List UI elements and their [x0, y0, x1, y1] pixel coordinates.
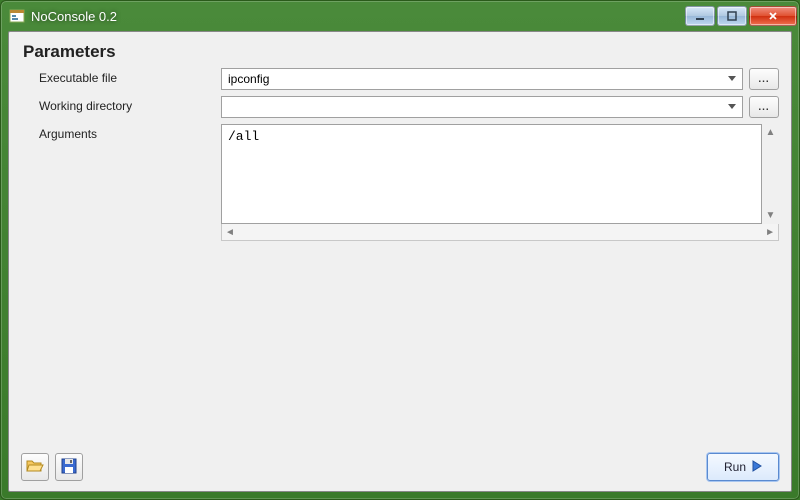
- app-icon: [9, 8, 25, 24]
- row-workdir: Working directory ...: [21, 96, 779, 118]
- section-title: Parameters: [23, 42, 779, 62]
- window-title: NoConsole 0.2: [31, 9, 683, 24]
- scroll-up-icon: ▲: [766, 127, 776, 138]
- vertical-scrollbar[interactable]: ▲ ▼: [762, 124, 779, 224]
- chevron-down-icon[interactable]: [724, 98, 740, 116]
- chevron-down-icon[interactable]: [724, 70, 740, 88]
- close-button[interactable]: [749, 6, 797, 26]
- arguments-textarea[interactable]: [221, 124, 762, 224]
- browse-workdir-button[interactable]: ...: [749, 96, 779, 118]
- workdir-combo[interactable]: [221, 96, 743, 118]
- floppy-disk-icon: [61, 458, 77, 477]
- client-area: Parameters Executable file ipconfig ... …: [8, 31, 792, 492]
- play-icon: [752, 460, 762, 475]
- label-arguments: Arguments: [21, 124, 221, 141]
- row-executable: Executable file ipconfig ...: [21, 68, 779, 90]
- bottom-toolbar: Run: [21, 453, 779, 481]
- row-arguments: Arguments ▲ ▼ ◄ ►: [21, 124, 779, 241]
- scroll-down-icon: ▼: [766, 210, 776, 221]
- minimize-button[interactable]: [685, 6, 715, 26]
- titlebar[interactable]: NoConsole 0.2: [1, 1, 799, 31]
- window-controls: [683, 6, 797, 26]
- executable-value: ipconfig: [228, 72, 724, 86]
- executable-combo[interactable]: ipconfig: [221, 68, 743, 90]
- folder-open-icon: [26, 458, 44, 477]
- maximize-button[interactable]: [717, 6, 747, 26]
- label-executable: Executable file: [21, 68, 221, 85]
- run-label: Run: [724, 460, 746, 474]
- save-button[interactable]: [55, 453, 83, 481]
- browse-executable-button[interactable]: ...: [749, 68, 779, 90]
- scroll-right-icon: ►: [765, 227, 775, 238]
- horizontal-scrollbar[interactable]: ◄ ►: [221, 224, 779, 241]
- parameters-form: Executable file ipconfig ... Working dir…: [21, 68, 779, 241]
- app-window: NoConsole 0.2 Parameters Executable file…: [0, 0, 800, 500]
- label-workdir: Working directory: [21, 96, 221, 113]
- run-button[interactable]: Run: [707, 453, 779, 481]
- scroll-left-icon: ◄: [225, 227, 235, 238]
- open-button[interactable]: [21, 453, 49, 481]
